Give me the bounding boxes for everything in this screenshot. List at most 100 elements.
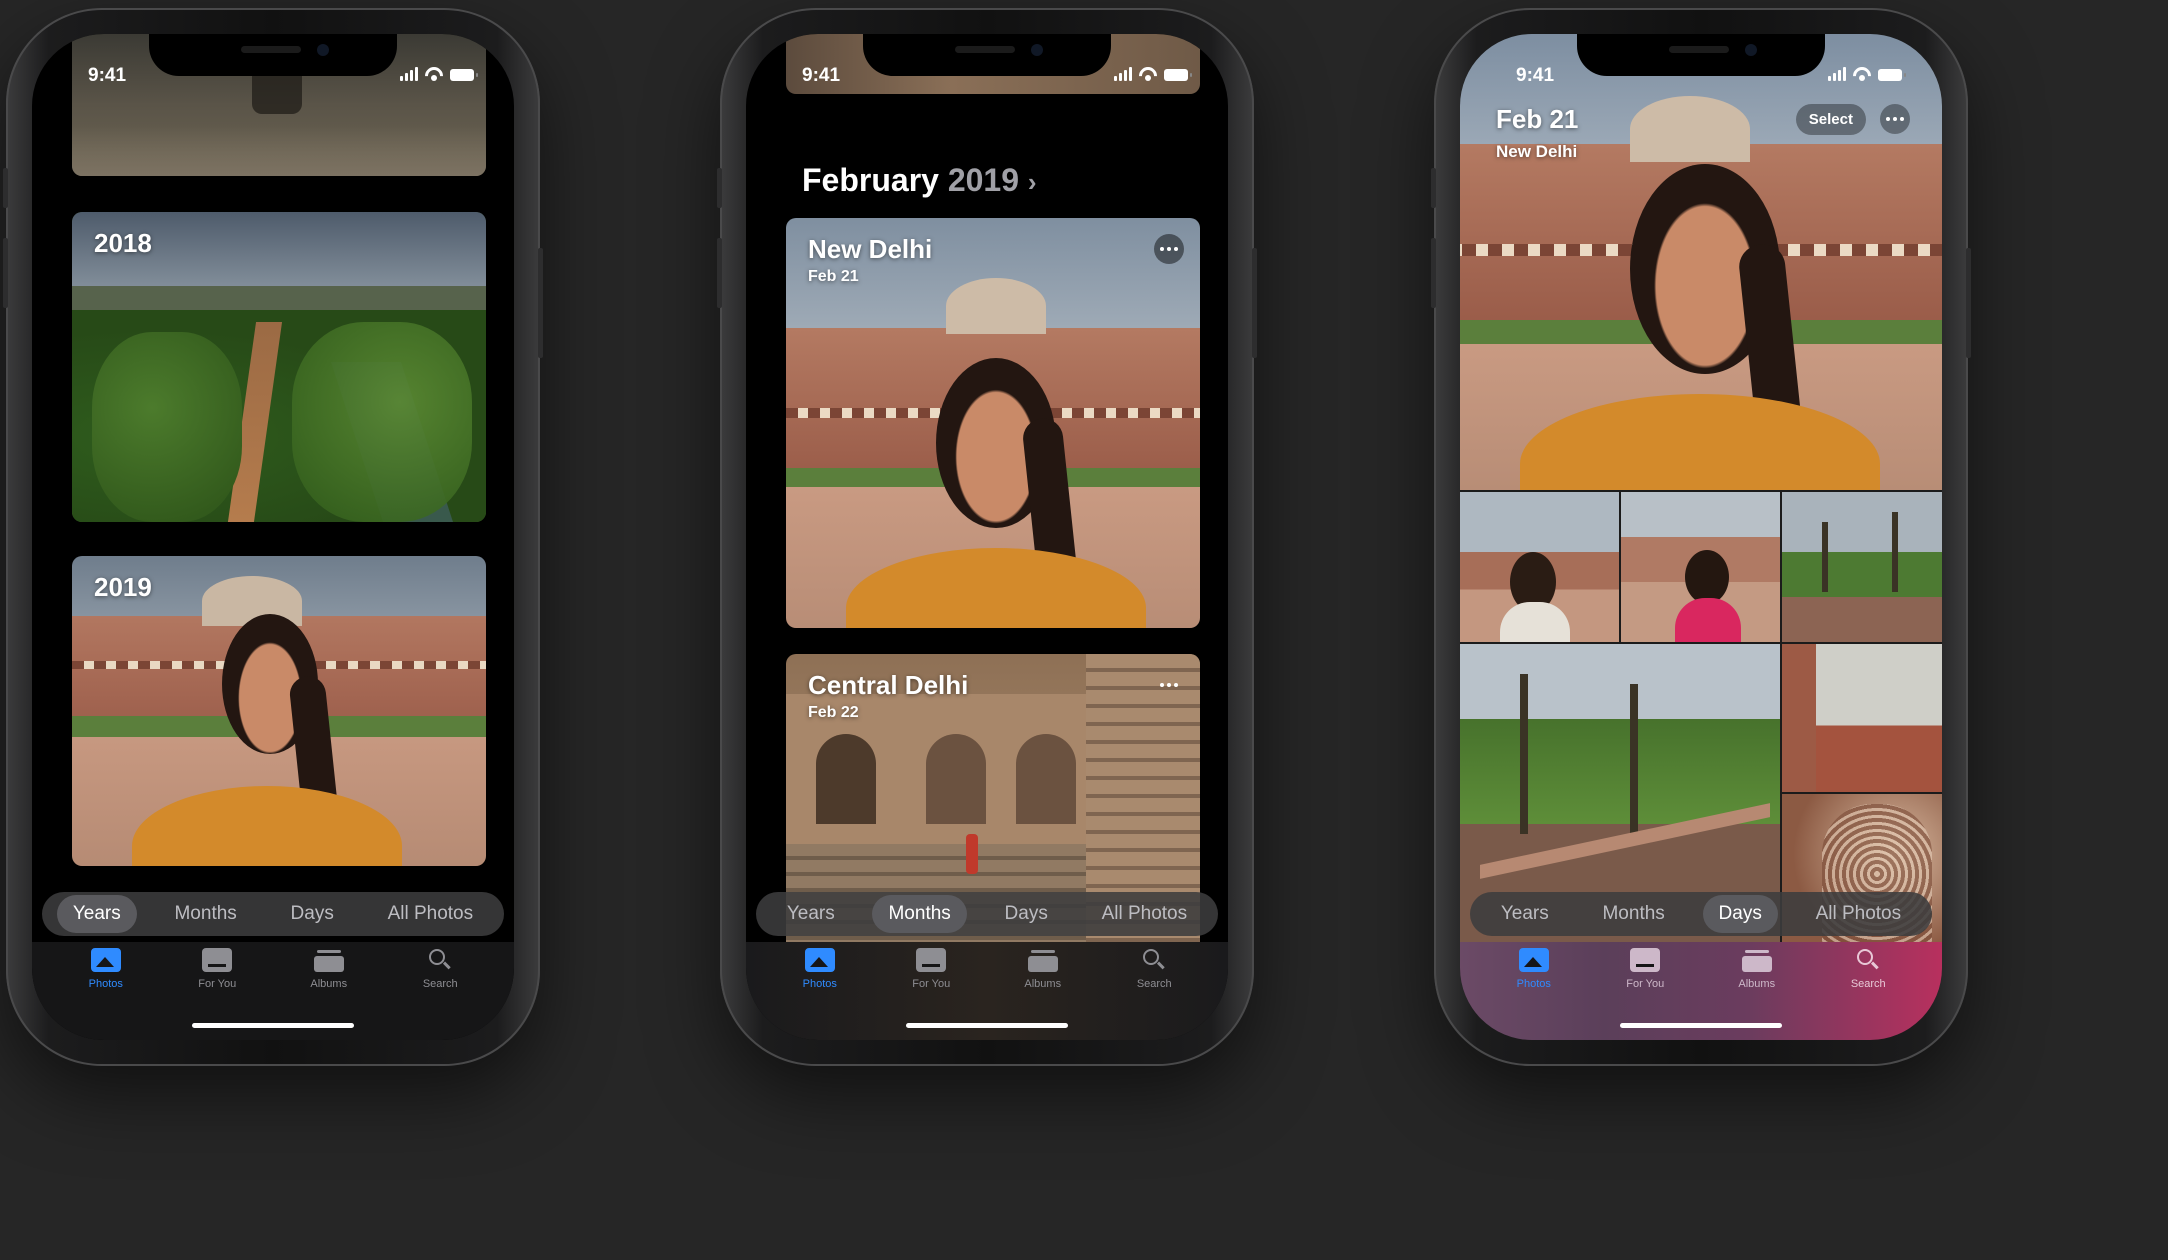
tab-photos[interactable]: Photos	[1494, 948, 1574, 1040]
mute-switch	[717, 168, 722, 208]
more-options-icon[interactable]	[1154, 670, 1184, 700]
search-icon	[1853, 948, 1883, 972]
albums-icon	[313, 948, 344, 972]
volume-up-button	[3, 238, 8, 308]
year-card-2019[interactable]: 2019	[72, 556, 486, 866]
home-indicator[interactable]	[192, 1023, 354, 1028]
for-you-icon	[1630, 948, 1661, 972]
tab-label: Photos	[802, 978, 837, 990]
status-time: 9:41	[1516, 65, 1555, 86]
tab-label: Search	[1136, 978, 1172, 990]
year-card-title: 2018	[94, 228, 152, 258]
month-card-title: New Delhi	[808, 234, 933, 264]
month-header[interactable]: February 2019 ›	[802, 162, 1037, 199]
tab-photos[interactable]: Photos	[66, 948, 146, 1040]
select-button[interactable]: Select	[1795, 104, 1866, 135]
day-grid-photo[interactable]	[1621, 492, 1780, 642]
status-time: 9:41	[802, 65, 841, 86]
day-location: New Delhi	[1496, 142, 1578, 161]
phone-months-view: 9:41 February 2019 › New Delhi Feb 21 Ce…	[717, 8, 1257, 1066]
for-you-icon	[916, 948, 947, 972]
for-you-icon	[202, 948, 233, 972]
tab-label: For You	[1626, 978, 1665, 990]
side-button	[538, 248, 543, 358]
day-title: Feb 21	[1496, 104, 1579, 134]
month-card-title: Central Delhi	[808, 670, 969, 700]
tab-search[interactable]: Search	[400, 948, 480, 1040]
tab-search[interactable]: Search	[1114, 948, 1194, 1040]
segment-days[interactable]: Days	[989, 895, 1064, 933]
month-card-date: Feb 22	[808, 704, 859, 721]
mute-switch	[3, 168, 8, 208]
volume-up-button	[1431, 238, 1436, 308]
tab-label: Albums	[1024, 978, 1062, 990]
wifi-icon	[1139, 67, 1157, 81]
segment-days[interactable]: Days	[1702, 895, 1778, 933]
signal-icon	[1828, 67, 1846, 81]
segment-months[interactable]: Months	[872, 895, 967, 933]
segment-months[interactable]: Months	[1586, 895, 1680, 933]
tab-search[interactable]: Search	[1828, 948, 1908, 1040]
wifi-icon	[425, 67, 443, 81]
phone-years-view: 9:41 2018 2019 Years Months Days All Pho…	[3, 8, 543, 1066]
photos-icon	[804, 948, 835, 972]
battery-icon	[1164, 69, 1192, 81]
side-button	[1252, 248, 1257, 358]
mute-switch	[1431, 168, 1436, 208]
view-segmented-control[interactable]: Years Months Days All Photos	[756, 892, 1218, 936]
day-grid-photo[interactable]	[1782, 644, 1942, 792]
signal-icon	[400, 67, 418, 81]
home-indicator[interactable]	[906, 1023, 1068, 1028]
segment-all-photos[interactable]: All Photos	[1086, 895, 1204, 933]
side-button	[1966, 248, 1971, 358]
photos-icon	[1518, 948, 1549, 972]
tab-label: For You	[198, 978, 237, 990]
segment-all-photos[interactable]: All Photos	[372, 895, 490, 933]
day-grid-photo[interactable]	[1782, 492, 1942, 642]
segment-years[interactable]: Years	[1485, 895, 1565, 933]
tab-photos[interactable]: Photos	[780, 948, 860, 1040]
tab-label: Albums	[1738, 978, 1776, 990]
year-card-title: 2019	[94, 572, 152, 602]
status-time: 9:41	[88, 65, 127, 86]
month-card-date: Feb 21	[808, 268, 859, 285]
tab-label: For You	[912, 978, 951, 990]
view-segmented-control[interactable]: Years Months Days All Photos	[1470, 892, 1932, 936]
notch	[863, 34, 1111, 76]
tab-label: Photos	[1516, 978, 1551, 990]
tab-label: Search	[422, 978, 458, 990]
photos-icon	[90, 948, 121, 972]
tab-label: Photos	[88, 978, 123, 990]
albums-icon	[1741, 948, 1772, 972]
wifi-icon	[1853, 67, 1871, 81]
search-icon	[1139, 948, 1169, 972]
more-options-icon[interactable]	[1880, 104, 1910, 134]
battery-icon	[450, 69, 478, 81]
segment-years[interactable]: Years	[771, 895, 851, 933]
phone-days-view: 9:41 Feb 21 New Delhi Select Years Month…	[1431, 8, 1971, 1066]
month-name: February	[802, 162, 939, 198]
chevron-right-icon: ›	[1027, 167, 1037, 197]
volume-up-button	[717, 238, 722, 308]
screen: 9:41 Feb 21 New Delhi Select Years Month…	[1460, 34, 1942, 1040]
signal-icon	[1114, 67, 1132, 81]
segment-years[interactable]: Years	[56, 895, 137, 933]
segment-all-photos[interactable]: All Photos	[1800, 895, 1918, 933]
screen: 9:41 2018 2019 Years Months Days All Pho…	[32, 34, 514, 1040]
notch	[1577, 34, 1825, 76]
month-year: 2019	[947, 162, 1020, 198]
screen: 9:41 February 2019 › New Delhi Feb 21 Ce…	[746, 34, 1228, 1040]
search-icon	[425, 948, 455, 972]
segment-days[interactable]: Days	[275, 895, 350, 933]
notch	[149, 34, 397, 76]
month-card-new-delhi[interactable]: New Delhi Feb 21	[786, 218, 1200, 628]
day-grid-photo[interactable]	[1460, 492, 1619, 642]
segment-months[interactable]: Months	[158, 895, 252, 933]
albums-icon	[1027, 948, 1058, 972]
home-indicator[interactable]	[1620, 1023, 1782, 1028]
tab-label: Search	[1850, 978, 1886, 990]
year-card-2018[interactable]: 2018	[72, 212, 486, 522]
more-options-icon[interactable]	[1154, 234, 1184, 264]
tab-label: Albums	[310, 978, 348, 990]
view-segmented-control[interactable]: Years Months Days All Photos	[42, 892, 504, 936]
